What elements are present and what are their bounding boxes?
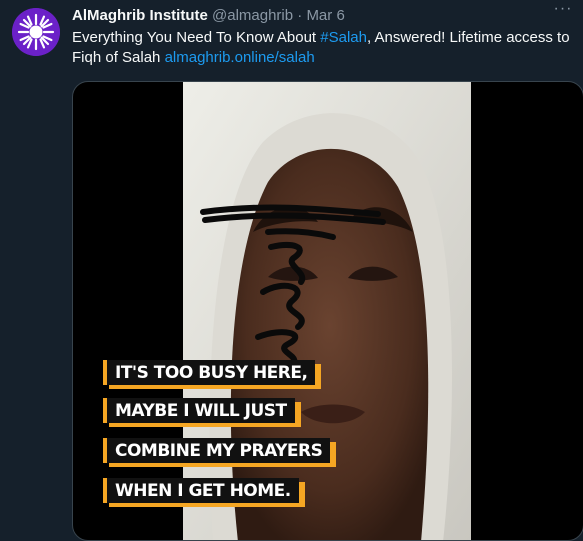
author-handle[interactable]: @almaghrib <box>212 7 293 24</box>
video-caption-line: IT'S TOO BUSY HERE, <box>103 360 316 385</box>
video-player[interactable]: IT'S TOO BUSY HERE, MAYBE I WILL JUST CO… <box>72 81 583 541</box>
author-name[interactable]: AlMaghrib Institute <box>72 7 208 24</box>
video-still-image <box>183 82 471 540</box>
more-options-icon[interactable]: ··· <box>553 1 573 22</box>
tweet-text: Everything You Need To Know About #Salah… <box>72 28 577 68</box>
video-caption-line: COMBINE MY PRAYERS <box>103 438 331 463</box>
tweet[interactable]: AlMaghrib Institute @almaghrib · Mar 6 ·… <box>0 0 583 541</box>
tweet-header: AlMaghrib Institute @almaghrib · Mar 6 <box>72 6 573 26</box>
avatar[interactable] <box>12 8 60 56</box>
video-frame <box>183 82 471 540</box>
url-link[interactable]: almaghrib.online/salah <box>165 49 315 66</box>
tweet-text-part: Everything You Need To Know About <box>72 29 321 46</box>
tweet-date[interactable]: Mar 6 <box>306 7 344 24</box>
video-caption-line: MAYBE I WILL JUST <box>103 398 295 423</box>
hashtag-link[interactable]: #Salah <box>320 29 367 46</box>
video-caption-line: WHEN I GET HOME. <box>103 478 299 503</box>
sunburst-logo-icon <box>12 8 60 56</box>
separator: · <box>297 7 303 24</box>
